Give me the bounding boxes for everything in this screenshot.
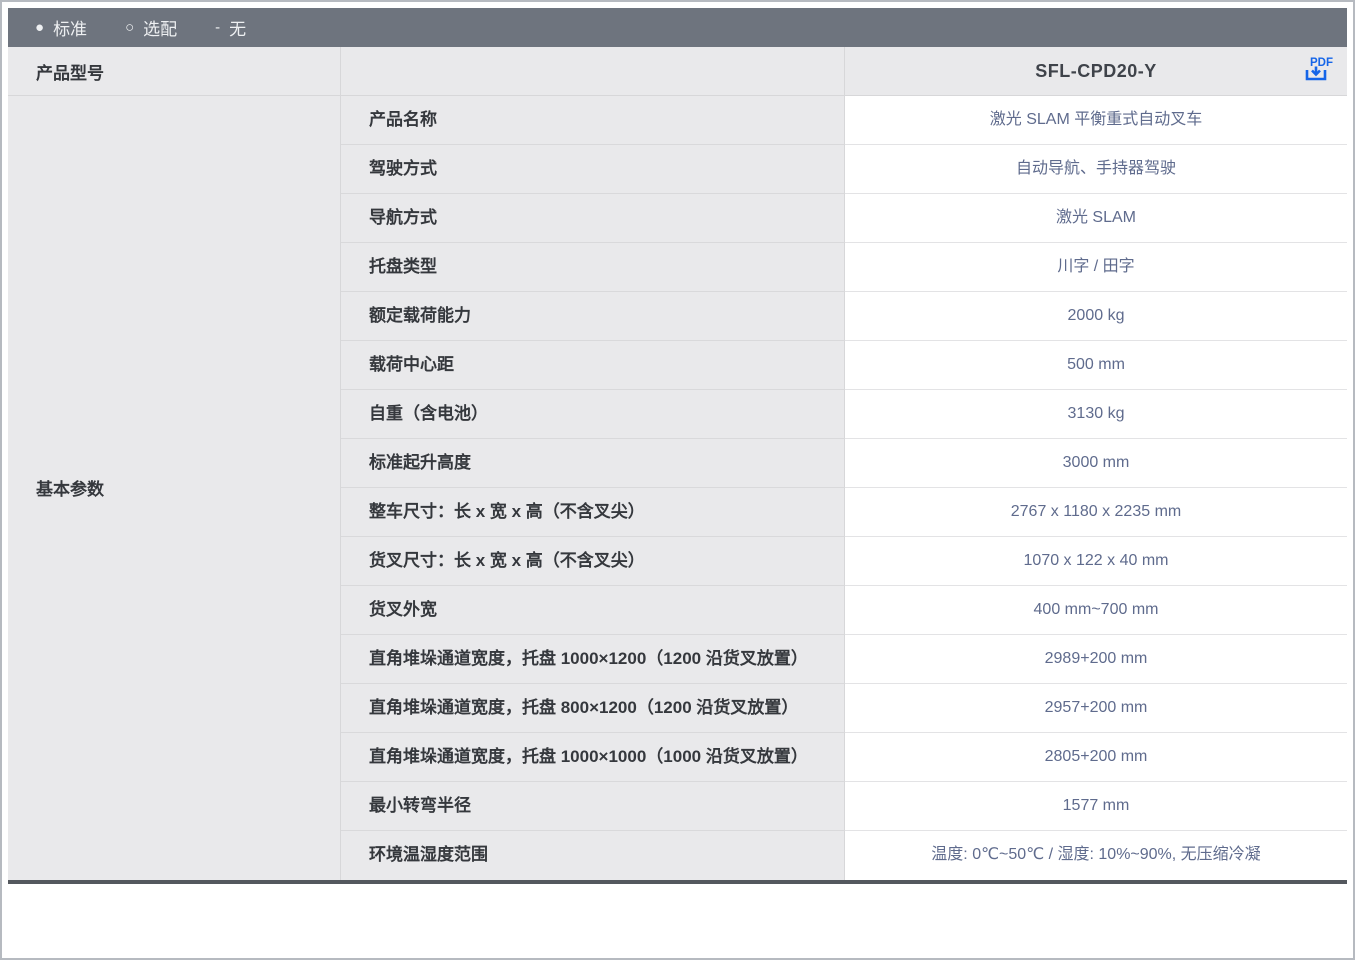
spec-param-label: 额定载荷能力 bbox=[369, 303, 471, 329]
header-spacer-cell bbox=[341, 47, 845, 96]
spec-value: 激光 SLAM bbox=[1056, 205, 1136, 231]
spec-value: 2805+200 mm bbox=[1045, 744, 1148, 770]
spec-param-label: 导航方式 bbox=[369, 205, 437, 231]
spec-value-cell: 2000 kg bbox=[845, 292, 1347, 341]
spec-value: 温度: 0℃~50℃ / 湿度: 10%~90%, 无压缩冷凝 bbox=[931, 842, 1260, 868]
spec-value-cell: 2805+200 mm bbox=[845, 733, 1347, 782]
spec-param-cell: 货叉尺寸：长 x 宽 x 高（不含叉尖） bbox=[341, 537, 845, 586]
group-label-basic-parameters: 基本参数 bbox=[8, 96, 341, 880]
spec-param-label: 直角堆垛通道宽度，托盘 1000×1200（1200 沿货叉放置） bbox=[369, 646, 808, 672]
legend-item-standard: ● 标准 bbox=[35, 15, 87, 40]
spec-param-label: 最小转弯半径 bbox=[369, 793, 471, 819]
spec-value: 2767 x 1180 x 2235 mm bbox=[1011, 499, 1181, 525]
spec-param-cell: 环境温湿度范围 bbox=[341, 831, 845, 880]
svg-text:PDF: PDF bbox=[1310, 57, 1333, 69]
spec-param-label: 直角堆垛通道宽度，托盘 800×1200（1200 沿货叉放置） bbox=[369, 695, 798, 721]
spec-value: 1070 x 122 x 40 mm bbox=[1024, 548, 1169, 574]
legend-label-standard: 标准 bbox=[53, 15, 87, 40]
spec-param-cell: 直角堆垛通道宽度，托盘 1000×1200（1200 沿货叉放置） bbox=[341, 635, 845, 684]
spec-value: 2000 kg bbox=[1068, 303, 1125, 329]
pdf-download-button[interactable]: PDF bbox=[1302, 56, 1334, 86]
spec-param-cell: 标准起升高度 bbox=[341, 439, 845, 488]
spec-param-label: 驾驶方式 bbox=[369, 156, 437, 182]
spec-param-cell: 产品名称 bbox=[341, 96, 845, 145]
product-model-header: 产品型号 bbox=[8, 47, 341, 96]
pdf-download-icon: PDF bbox=[1302, 55, 1334, 88]
spec-value-cell: 激光 SLAM 平衡重式自动叉车 bbox=[845, 96, 1347, 145]
legend-bar: ● 标准 ○ 选配 - 无 bbox=[8, 8, 1347, 47]
spec-param-label: 自重（含电池） bbox=[369, 401, 488, 427]
table-bottom-edge bbox=[8, 880, 1347, 884]
spec-param-cell: 整车尺寸：长 x 宽 x 高（不含叉尖） bbox=[341, 488, 845, 537]
spec-value-cell: 3000 mm bbox=[845, 439, 1347, 488]
spec-param-cell: 托盘类型 bbox=[341, 243, 845, 292]
spec-value: 2957+200 mm bbox=[1045, 695, 1148, 721]
spec-value: 2989+200 mm bbox=[1045, 646, 1148, 672]
spec-param-cell: 最小转弯半径 bbox=[341, 782, 845, 831]
legend-item-none: - 无 bbox=[215, 15, 246, 40]
spec-param-label: 托盘类型 bbox=[369, 254, 437, 280]
spec-param-cell: 直角堆垛通道宽度，托盘 1000×1000（1000 沿货叉放置） bbox=[341, 733, 845, 782]
legend-label-none: 无 bbox=[229, 15, 246, 40]
spec-value-cell: 自动导航、手持器驾驶 bbox=[845, 145, 1347, 194]
spec-page: ● 标准 ○ 选配 - 无 产品型号 SFL-CPD20-Y PDF bbox=[0, 0, 1355, 960]
spec-value: 3000 mm bbox=[1063, 450, 1130, 476]
spec-param-label: 货叉尺寸：长 x 宽 x 高（不含叉尖） bbox=[369, 548, 645, 574]
spec-value: 500 mm bbox=[1067, 352, 1125, 378]
spec-param-cell: 额定载荷能力 bbox=[341, 292, 845, 341]
spec-param-cell: 导航方式 bbox=[341, 194, 845, 243]
spec-value: 3130 kg bbox=[1068, 401, 1125, 427]
spec-value-cell: 2767 x 1180 x 2235 mm bbox=[845, 488, 1347, 537]
spec-value-cell: 川字 / 田字 bbox=[845, 243, 1347, 292]
spec-param-cell: 载荷中心距 bbox=[341, 341, 845, 390]
spec-param-label: 整车尺寸：长 x 宽 x 高（不含叉尖） bbox=[369, 499, 645, 525]
spec-value-cell: 500 mm bbox=[845, 341, 1347, 390]
spec-table: 产品型号 SFL-CPD20-Y PDF 基本参数 产品名称 激光 SLAM 平… bbox=[8, 47, 1347, 880]
spec-value-cell: 400 mm~700 mm bbox=[845, 586, 1347, 635]
spec-param-label: 货叉外宽 bbox=[369, 597, 437, 623]
spec-value-cell: 1070 x 122 x 40 mm bbox=[845, 537, 1347, 586]
filled-dot-icon: ● bbox=[35, 20, 44, 35]
spec-value-cell: 1577 mm bbox=[845, 782, 1347, 831]
spec-value-cell: 2989+200 mm bbox=[845, 635, 1347, 684]
spec-value-cell: 2957+200 mm bbox=[845, 684, 1347, 733]
spec-param-label: 环境温湿度范围 bbox=[369, 842, 488, 868]
model-header-cell: SFL-CPD20-Y PDF bbox=[845, 47, 1347, 96]
spec-param-cell: 直角堆垛通道宽度，托盘 800×1200（1200 沿货叉放置） bbox=[341, 684, 845, 733]
legend-label-optional: 选配 bbox=[143, 15, 177, 40]
spec-param-label: 产品名称 bbox=[369, 107, 437, 133]
spec-param-label: 标准起升高度 bbox=[369, 450, 471, 476]
spec-param-cell: 自重（含电池） bbox=[341, 390, 845, 439]
hollow-dot-icon: ○ bbox=[125, 20, 134, 35]
spec-param-cell: 驾驶方式 bbox=[341, 145, 845, 194]
spec-value-cell: 3130 kg bbox=[845, 390, 1347, 439]
spec-value: 400 mm~700 mm bbox=[1034, 597, 1159, 623]
spec-value-cell: 温度: 0℃~50℃ / 湿度: 10%~90%, 无压缩冷凝 bbox=[845, 831, 1347, 880]
spec-param-cell: 货叉外宽 bbox=[341, 586, 845, 635]
spec-param-label: 载荷中心距 bbox=[369, 352, 454, 378]
model-name: SFL-CPD20-Y bbox=[1035, 61, 1157, 82]
spec-value-cell: 激光 SLAM bbox=[845, 194, 1347, 243]
spec-value: 自动导航、手持器驾驶 bbox=[1016, 156, 1176, 182]
spec-param-label: 直角堆垛通道宽度，托盘 1000×1000（1000 沿货叉放置） bbox=[369, 744, 808, 770]
spec-value: 1577 mm bbox=[1063, 793, 1130, 819]
spec-value: 川字 / 田字 bbox=[1057, 254, 1134, 280]
legend-item-optional: ○ 选配 bbox=[125, 15, 177, 40]
spec-value: 激光 SLAM 平衡重式自动叉车 bbox=[990, 107, 1202, 133]
dash-icon: - bbox=[215, 20, 220, 35]
